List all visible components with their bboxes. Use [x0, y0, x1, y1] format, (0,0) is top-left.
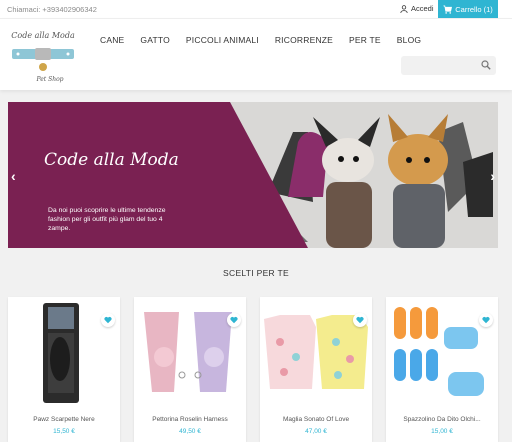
product-name[interactable]: Pettorina Roselin Harness: [134, 416, 246, 423]
product-price: 47,00 €: [305, 428, 327, 435]
product-card[interactable]: Pettorina Roselin Harness 49,50 €: [134, 297, 246, 442]
chevron-right-icon[interactable]: ›: [490, 168, 495, 184]
nav-item-cane[interactable]: CANE: [100, 35, 124, 45]
hero-title: Code alla Moda: [44, 150, 179, 170]
product-name[interactable]: Spazzolino Da Dito Olchi...: [386, 416, 498, 423]
wishlist-heart-icon[interactable]: [101, 313, 115, 327]
section-title: SCELTI PER TE: [223, 268, 289, 278]
chevron-left-icon[interactable]: ‹: [11, 168, 16, 184]
cart-icon: [443, 5, 453, 14]
search-box: [401, 56, 496, 75]
user-icon: [400, 4, 408, 13]
search-icon[interactable]: [481, 60, 491, 70]
wishlist-heart-icon[interactable]: [353, 313, 367, 327]
nav-item-gatto[interactable]: GATTO: [140, 35, 170, 45]
product-name[interactable]: Pawz Scarpette Nere: [8, 416, 120, 423]
login-link[interactable]: Accedi: [400, 4, 434, 13]
product-card[interactable]: Maglia Sonato Of Love 47,00 €: [260, 297, 372, 442]
hero-description: Da noi puoi scoprire le ultime tendenze …: [48, 207, 166, 232]
search-input[interactable]: [405, 59, 477, 72]
logo-image: Code alla Moda Pet Shop: [11, 31, 75, 83]
product-price: 15,50 €: [53, 428, 75, 435]
product-card[interactable]: Spazzolino Da Dito Olchi... 15,00 €: [386, 297, 498, 442]
nav-item-piccoli-animali[interactable]: PICCOLI ANIMALI: [186, 35, 259, 45]
main-nav: CANE GATTO PICCOLI ANIMALI RICORRENZE PE…: [100, 35, 437, 45]
product-price: 15,00 €: [431, 428, 453, 435]
nav-item-per-te[interactable]: PER TE: [349, 35, 381, 45]
header: Code alla Moda Pet Shop CANE GATTO PICCO…: [0, 18, 512, 90]
wishlist-heart-icon[interactable]: [227, 313, 241, 327]
hero-slider[interactable]: Code alla Moda Da noi puoi scoprire le u…: [8, 102, 498, 248]
phone-number: Chiamaci: +393402906342: [7, 5, 97, 14]
top-bar: Chiamaci: +393402906342 Accedi Carrello …: [0, 0, 512, 18]
nav-item-blog[interactable]: BLOG: [397, 35, 421, 45]
logo[interactable]: Code alla Moda Pet Shop: [8, 27, 78, 85]
login-label: Accedi: [411, 4, 434, 13]
cart-label: Carrello (1): [455, 4, 493, 14]
nav-item-ricorrenze[interactable]: RICORRENZE: [275, 35, 333, 45]
cart-button[interactable]: Carrello (1): [438, 0, 498, 18]
product-name[interactable]: Maglia Sonato Of Love: [260, 416, 372, 423]
logo-text-top: Code alla Moda: [11, 31, 75, 40]
product-card[interactable]: Pawz Scarpette Nere 15,50 €: [8, 297, 120, 442]
wishlist-heart-icon[interactable]: [479, 313, 493, 327]
logo-text-bottom: Pet Shop: [35, 76, 63, 83]
product-price: 49,50 €: [179, 428, 201, 435]
